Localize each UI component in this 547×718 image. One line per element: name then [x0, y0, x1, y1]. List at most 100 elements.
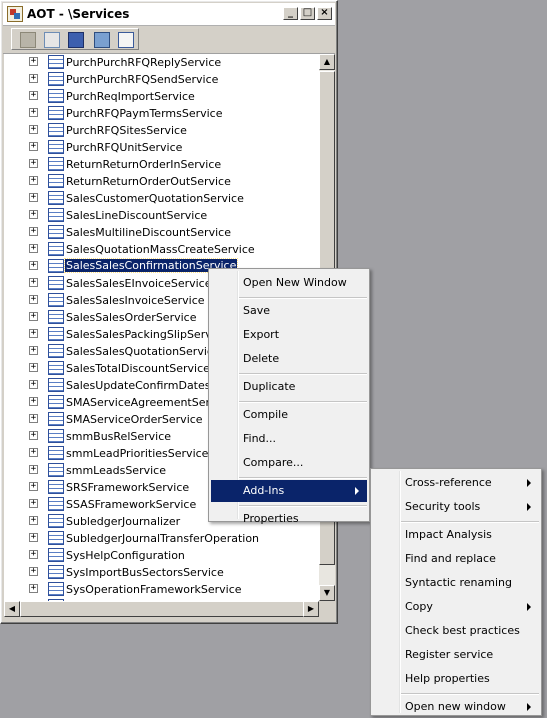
expand-icon[interactable]: +: [29, 465, 38, 474]
menu-item-label: Add-Ins: [243, 484, 285, 497]
expand-icon[interactable]: +: [29, 499, 38, 508]
service-node-icon: [48, 72, 64, 86]
title-bar[interactable]: AOT - \Services _ □ ×: [3, 3, 335, 26]
context-menu-item[interactable]: Compare...: [211, 452, 367, 474]
service-node-icon: [48, 157, 64, 171]
scroll-down-button[interactable]: ▼: [319, 585, 335, 601]
expand-icon[interactable]: +: [29, 533, 38, 542]
menu-separator: [239, 297, 367, 299]
open-icon[interactable]: [20, 32, 36, 48]
add-ins-menu-item[interactable]: Syntactic renaming: [373, 572, 539, 594]
add-ins-menu-item[interactable]: Cross-reference: [373, 472, 539, 494]
compile-icon[interactable]: [68, 32, 84, 48]
expand-icon[interactable]: +: [29, 159, 38, 168]
expand-icon[interactable]: +: [29, 584, 38, 593]
tree-node-label: SalesSalesEInvoiceService: [66, 277, 212, 290]
expand-icon[interactable]: +: [29, 91, 38, 100]
tree-node-label: SalesTotalDiscountService: [66, 362, 210, 375]
expand-icon[interactable]: +: [29, 346, 38, 355]
add-ins-menu-item[interactable]: Copy: [373, 596, 539, 618]
tree-node-label: SalesCustomerQuotationService: [66, 192, 244, 205]
context-menu-item[interactable]: Add-Ins: [211, 480, 367, 502]
scroll-left-button[interactable]: ◀: [4, 601, 20, 617]
find-icon[interactable]: [94, 32, 110, 48]
menu-item-label: Find and replace: [405, 552, 496, 565]
expand-icon[interactable]: +: [29, 431, 38, 440]
expand-icon[interactable]: +: [29, 482, 38, 491]
submenu-arrow-icon: [527, 503, 531, 511]
expand-icon[interactable]: +: [29, 278, 38, 287]
expand-icon[interactable]: +: [29, 363, 38, 372]
tree-node[interactable]: + PurchRFQSitesService: [4, 122, 319, 139]
expand-icon[interactable]: +: [29, 397, 38, 406]
expand-icon[interactable]: +: [29, 516, 38, 525]
tree-node[interactable]: + SubledgerJournalTransferOperation: [4, 530, 319, 547]
tree-node[interactable]: + SysHelpConfiguration: [4, 547, 319, 564]
tree-node[interactable]: + PurchRFQPaymTermsService: [4, 105, 319, 122]
tree-node[interactable]: + PurchReqImportService: [4, 88, 319, 105]
expand-icon[interactable]: +: [29, 244, 38, 253]
expand-icon[interactable]: +: [29, 210, 38, 219]
context-menu-item[interactable]: Delete: [211, 348, 367, 370]
add-ins-menu-item[interactable]: Find and replace: [373, 548, 539, 570]
add-ins-menu-item[interactable]: Security tools: [373, 496, 539, 518]
expand-icon[interactable]: +: [29, 227, 38, 236]
expand-icon[interactable]: +: [29, 74, 38, 83]
close-button[interactable]: ×: [317, 7, 332, 20]
menu-separator: [239, 477, 367, 479]
scroll-right-button[interactable]: ▶: [303, 601, 319, 617]
expand-icon[interactable]: +: [29, 57, 38, 66]
tree-node[interactable]: + SysOperationFrameworkService: [4, 581, 319, 598]
scroll-up-button[interactable]: ▲: [319, 54, 335, 70]
context-menu-item[interactable]: Compile: [211, 404, 367, 426]
tree-node[interactable]: + ReturnReturnOrderInService: [4, 156, 319, 173]
calendar-icon[interactable]: [118, 32, 134, 48]
context-menu-item[interactable]: Properties: [211, 508, 367, 530]
expand-icon[interactable]: +: [29, 329, 38, 338]
add-ins-menu-item[interactable]: Open new window: [373, 696, 539, 718]
expand-icon[interactable]: +: [29, 312, 38, 321]
context-menu-item[interactable]: Open New Window: [211, 272, 367, 294]
expand-icon[interactable]: +: [29, 176, 38, 185]
expand-icon[interactable]: +: [29, 414, 38, 423]
context-menu-item[interactable]: Export: [211, 324, 367, 346]
menu-item-label: Help properties: [405, 672, 490, 685]
menu-item-label: Save: [243, 304, 271, 317]
properties-icon[interactable]: [44, 32, 60, 48]
tree-node[interactable]: + PurchPurchRFQSendService: [4, 71, 319, 88]
context-menu-item[interactable]: Duplicate: [211, 376, 367, 398]
expand-icon[interactable]: +: [29, 125, 38, 134]
menu-item-label: Open New Window: [243, 276, 347, 289]
expand-icon[interactable]: +: [29, 261, 38, 270]
tree-node[interactable]: + PurchRFQUnitService: [4, 139, 319, 156]
horizontal-scroll-thumb[interactable]: [20, 601, 304, 617]
expand-icon[interactable]: +: [29, 380, 38, 389]
tree-node[interactable]: + SalesCustomerQuotationService: [4, 190, 319, 207]
add-ins-menu-item[interactable]: Help properties: [373, 668, 539, 690]
tree-node[interactable]: + SalesMultilineDiscountService: [4, 224, 319, 241]
horizontal-scrollbar[interactable]: ◀ ▶: [4, 601, 319, 617]
tree-node[interactable]: + PurchPurchRFQReplyService: [4, 54, 319, 71]
add-ins-menu-item[interactable]: Register service: [373, 644, 539, 666]
menu-item-label: Delete: [243, 352, 280, 365]
tree-node[interactable]: + SysImportBusSectorsService: [4, 564, 319, 581]
tree-node-label: SysImportBusSectorsService: [66, 566, 224, 579]
context-menu-item[interactable]: Save: [211, 300, 367, 322]
add-ins-menu-item[interactable]: Impact Analysis: [373, 524, 539, 546]
add-ins-menu-item[interactable]: Check best practices: [373, 620, 539, 642]
tree-node[interactable]: + ReturnReturnOrderOutService: [4, 173, 319, 190]
expand-icon[interactable]: +: [29, 567, 38, 576]
tree-node-label: SalesSalesQuotationService: [66, 345, 220, 358]
expand-icon[interactable]: +: [29, 142, 38, 151]
maximize-button[interactable]: □: [300, 7, 315, 20]
context-menu-item[interactable]: Find...: [211, 428, 367, 450]
tree-node[interactable]: + SalesLineDiscountService: [4, 207, 319, 224]
tree-node[interactable]: + SalesQuotationMassCreateService: [4, 241, 319, 258]
expand-icon[interactable]: +: [29, 550, 38, 559]
minimize-button[interactable]: _: [283, 7, 298, 20]
expand-icon[interactable]: +: [29, 108, 38, 117]
expand-icon[interactable]: +: [29, 448, 38, 457]
expand-icon[interactable]: +: [29, 295, 38, 304]
expand-icon[interactable]: +: [29, 193, 38, 202]
menu-item-label: Copy: [405, 600, 433, 613]
